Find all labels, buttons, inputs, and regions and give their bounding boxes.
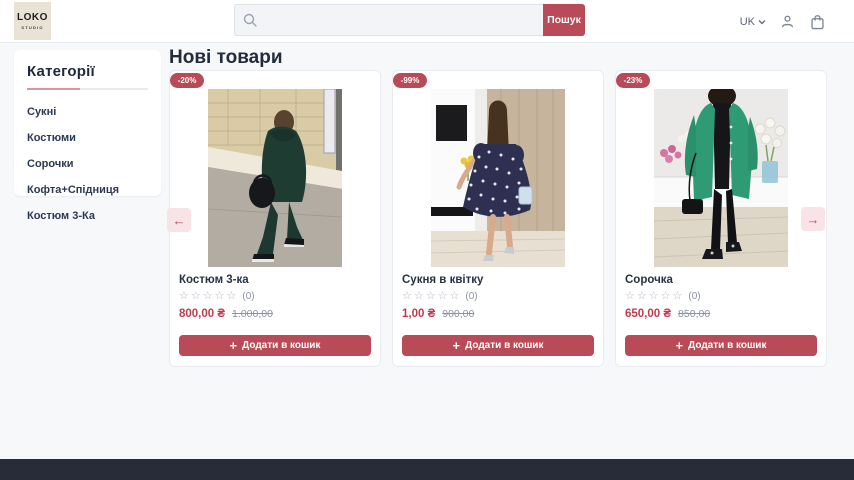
sidebar-item-suit-3piece[interactable]: Костюм 3-Ка [27,205,148,227]
star-icon: ☆ [179,291,189,302]
plus-icon: + [676,339,684,352]
search-input[interactable] [234,4,543,36]
product-rating: ☆ ☆ ☆ ☆ ☆ (0) [402,291,603,302]
product-carousel: -20% [169,70,827,367]
rating-count: (0) [465,291,477,302]
product-image[interactable] [208,89,342,267]
rating-count: (0) [242,291,254,302]
add-to-cart-button[interactable]: + Додати в кошик [179,335,371,356]
carousel-prev-button[interactable]: ← [167,208,191,232]
product-title[interactable]: Костюм 3-ка [179,274,380,286]
star-icon: ☆ [191,291,201,302]
product-prices: 800,00 ₴ 1.000,00 [179,308,380,320]
add-to-cart-label: Додати в кошик [465,340,543,351]
carousel-next-button[interactable]: → [801,207,825,231]
discount-badge: -20% [170,73,204,88]
header: LOKO STUDIO Пошук UK [0,0,854,43]
product-rating: ☆ ☆ ☆ ☆ ☆ (0) [179,291,380,302]
rating-count: (0) [688,291,700,302]
star-icon: ☆ [414,291,424,302]
current-price: 800,00 ₴ [179,308,225,320]
product-image[interactable] [431,89,565,267]
product-title[interactable]: Сукня в квітку [402,274,603,286]
product-photo-shirt [654,89,788,267]
add-to-cart-button[interactable]: + Додати в кошик [625,335,817,356]
star-icon: ☆ [203,291,213,302]
star-icon: ☆ [227,291,237,302]
star-icon: ☆ [402,291,412,302]
arrow-left-icon: ← [173,213,186,228]
language-label: UK [740,16,755,28]
star-icon: ☆ [661,291,671,302]
discount-badge: -99% [393,73,427,88]
plus-icon: + [453,339,461,352]
logo-title: LOKO [17,13,48,23]
categories-title: Категорії [27,63,148,80]
logo[interactable]: LOKO STUDIO [14,2,51,40]
shopping-bag-icon [810,14,825,30]
star-icon: ☆ [625,291,635,302]
old-price: 850,00 [678,308,710,320]
language-selector[interactable]: UK [740,16,766,28]
product-photo-suit-3piece [208,89,342,267]
star-icon: ☆ [637,291,647,302]
header-actions: UK [740,0,826,43]
sidebar-item-suits[interactable]: Костюми [27,127,148,149]
old-price: 900,00 [442,308,474,320]
product-card: -23% [615,70,827,367]
product-rating: ☆ ☆ ☆ ☆ ☆ (0) [625,291,826,302]
discount-badge: -23% [616,73,650,88]
product-photo-floral-dress [431,89,565,267]
cart-button[interactable] [808,13,826,31]
current-price: 1,00 ₴ [402,308,435,320]
add-to-cart-button[interactable]: + Додати в кошик [402,335,594,356]
star-icon: ☆ [426,291,436,302]
product-prices: 1,00 ₴ 900,00 [402,308,603,320]
search-bar: Пошук [234,4,585,36]
sidebar-item-dresses[interactable]: Сукні [27,101,148,123]
star-icon: ☆ [450,291,460,302]
product-card: -20% [169,70,381,367]
product-title[interactable]: Сорочка [625,274,826,286]
account-button[interactable] [778,13,796,31]
star-icon: ☆ [649,291,659,302]
arrow-right-icon: → [807,212,820,227]
categories-list: Сукні Костюми Сорочки Кофта+Спідниця Кос… [27,101,148,227]
sidebar-item-shirts[interactable]: Сорочки [27,153,148,175]
product-image[interactable] [654,89,788,267]
product-card: -99% [392,70,604,367]
page: LOKO STUDIO Пошук UK [0,0,854,480]
star-icon: ☆ [673,291,683,302]
star-icon: ☆ [438,291,448,302]
footer [0,459,854,480]
search-icon [243,13,257,27]
old-price: 1.000,00 [232,308,273,320]
current-price: 650,00 ₴ [625,308,671,320]
plus-icon: + [230,339,238,352]
logo-subtitle: STUDIO [21,25,43,30]
add-to-cart-label: Додати в кошик [242,340,320,351]
search-button[interactable]: Пошук [543,4,585,36]
user-icon [780,14,795,29]
star-icon: ☆ [215,291,225,302]
sidebar-item-sweater-skirt[interactable]: Кофта+Спідниця [27,179,148,201]
page-title: Нові товари [169,47,283,69]
categories-divider [27,88,148,90]
product-prices: 650,00 ₴ 850,00 [625,308,826,320]
categories-panel: Категорії Сукні Костюми Сорочки Кофта+Сп… [14,50,161,196]
add-to-cart-label: Додати в кошик [688,340,766,351]
chevron-down-icon [758,19,766,25]
